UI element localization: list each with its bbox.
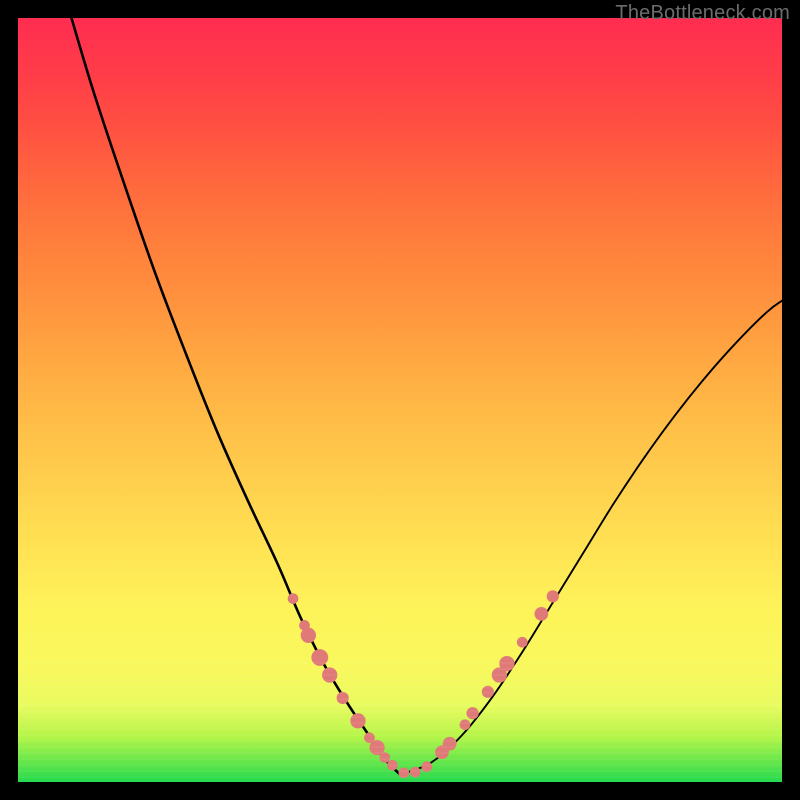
data-point bbox=[466, 707, 478, 719]
data-point bbox=[379, 752, 390, 763]
chart-frame: TheBottleneck.com bbox=[0, 0, 800, 800]
data-point bbox=[460, 719, 471, 730]
data-point bbox=[301, 628, 316, 643]
chart-svg bbox=[18, 18, 782, 782]
plot-area bbox=[18, 18, 782, 782]
data-point bbox=[398, 767, 409, 778]
data-points-group bbox=[288, 590, 559, 778]
data-point bbox=[482, 686, 494, 698]
data-point bbox=[410, 767, 421, 778]
data-point bbox=[337, 692, 349, 704]
data-point bbox=[288, 593, 299, 604]
data-point bbox=[443, 737, 457, 751]
data-point bbox=[322, 667, 337, 682]
watermark-text: TheBottleneck.com bbox=[615, 2, 790, 25]
data-point bbox=[534, 607, 548, 621]
data-point bbox=[499, 656, 514, 671]
data-point bbox=[350, 713, 365, 728]
data-point bbox=[517, 637, 528, 648]
right-curve bbox=[400, 301, 782, 775]
data-point bbox=[421, 761, 432, 772]
data-point bbox=[387, 760, 398, 771]
left-curve bbox=[71, 18, 400, 774]
data-point bbox=[311, 649, 328, 666]
data-point bbox=[547, 590, 559, 602]
